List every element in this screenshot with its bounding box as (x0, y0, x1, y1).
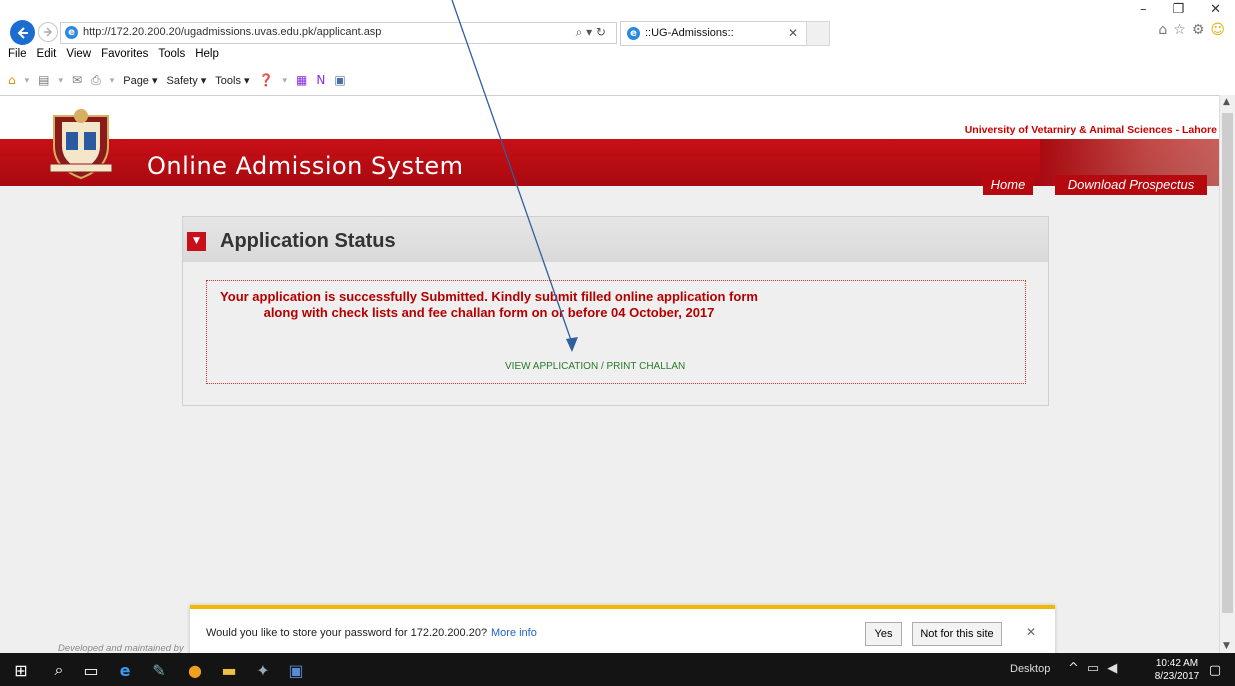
research-icon[interactable]: ▦ (296, 73, 307, 87)
safety-menu-label: Safety (166, 74, 198, 87)
application-status-panel: ▼ Application Status Your application is… (182, 216, 1049, 406)
notification-center-icon[interactable]: ▢ (1204, 659, 1226, 681)
page-menu[interactable]: Page ▾ (123, 74, 157, 87)
more-info-link[interactable]: More info (491, 627, 537, 639)
mail-icon[interactable]: ✉ (72, 73, 82, 87)
site-title: Online Admission System (147, 152, 464, 180)
dropdown-icon[interactable]: ▾ (59, 75, 64, 86)
status-message: Your application is successfully Submitt… (220, 289, 758, 320)
window-controls: – ❐ ✕ (1140, 2, 1221, 17)
panel-header: ▼ Application Status (183, 217, 1048, 262)
menu-file[interactable]: File (8, 48, 27, 66)
nav-download-prospectus[interactable]: Download Prospectus (1055, 175, 1207, 195)
search-icon[interactable]: ⌕ (48, 659, 70, 681)
university-crest-logo (49, 109, 113, 180)
not-for-this-site-button[interactable]: Not for this site (912, 622, 1002, 646)
notification-message: Would you like to store your password fo… (206, 627, 488, 639)
dropdown-icon[interactable]: ▾ (25, 75, 30, 86)
close-window-icon[interactable]: ✕ (1210, 2, 1221, 17)
nav-home[interactable]: Home (983, 175, 1033, 195)
favorites-icon[interactable]: ☆ (1173, 22, 1186, 38)
forward-button[interactable] (38, 22, 58, 42)
menu-help[interactable]: Help (195, 48, 219, 66)
command-bar: ⌂ ▾ ▤ ▾ ✉ ⎙ ▾ Page ▾ Safety ▾ Tools ▾ ❓ ▾ ▦ … (0, 70, 1235, 90)
yes-button[interactable]: Yes (865, 622, 902, 646)
print-icon[interactable]: ⎙ (91, 73, 101, 88)
paint-app-icon[interactable]: ✎ (148, 659, 170, 681)
close-icon[interactable]: ✕ (1026, 625, 1036, 639)
browser-titlebar: e http://172.20.200.20/ugadmissions.uvas… (0, 0, 1235, 46)
menu-tools[interactable]: Tools (158, 48, 185, 66)
toolbar-icons: ⌂ ☆ ⚙ ☺ (1158, 22, 1225, 38)
dropdown-icon[interactable]: ▾ (110, 75, 115, 86)
feeds-icon[interactable]: ▤ (38, 73, 49, 87)
date-text: 8/23/2017 (1154, 671, 1200, 682)
windows-start-icon[interactable]: ⊞ (10, 659, 32, 681)
network-icon[interactable]: ▭ (1087, 661, 1099, 676)
time-text: 10:42 AM (1155, 658, 1199, 669)
minimize-icon[interactable]: – (1140, 2, 1147, 17)
tools-menu[interactable]: Tools ▾ (215, 74, 249, 87)
page-menu-label: Page (123, 74, 149, 87)
windows-taskbar: ⊞ ⌕ ▭ e ✎ ● ▬ ✦ ▣ Desktop ^ ▭ ◀ 10:42 AM… (0, 653, 1235, 686)
task-view-icon[interactable]: ▭ (80, 659, 102, 681)
search-icon[interactable]: ⌕ ▾ ↻ (576, 25, 606, 40)
collapse-toggle-icon[interactable]: ▼ (187, 232, 206, 251)
new-tab-button[interactable] (806, 21, 830, 46)
dropdown-icon[interactable]: ▾ (283, 75, 288, 86)
clock[interactable]: 10:42 AM 8/23/2017 (1152, 657, 1202, 683)
system-tray: ^ ▭ ◀ (1068, 661, 1117, 676)
menu-view[interactable]: View (66, 48, 91, 66)
tab-title: ::UG-Admissions:: (645, 27, 734, 39)
menu-edit[interactable]: Edit (37, 48, 57, 66)
ie-icon: e (65, 26, 78, 39)
gear-icon[interactable]: ⚙ (1192, 22, 1205, 38)
menu-bar: File Edit View Favorites Tools Help (0, 48, 1235, 66)
url-text: http://172.20.200.20/ugadmissions.uvas.e… (83, 26, 382, 38)
vertical-scrollbar[interactable]: ▲ ▼ (1219, 95, 1235, 653)
status-message-box: Your application is successfully Submitt… (206, 280, 1026, 384)
page-content: Online Admission System University of Ve… (0, 95, 1219, 654)
desktop-toolbar[interactable]: Desktop (1010, 663, 1050, 675)
address-bar[interactable]: e http://172.20.200.20/ugadmissions.uvas… (60, 22, 617, 44)
back-button[interactable] (10, 20, 35, 45)
panel-title: Application Status (220, 230, 396, 252)
chrome-icon[interactable]: ● (184, 659, 206, 681)
arrow-left-icon (17, 26, 28, 39)
volume-icon[interactable]: ◀ (1107, 661, 1117, 676)
scrollbar-thumb[interactable] (1222, 113, 1233, 613)
browser-tab[interactable]: e ::UG-Admissions:: ✕ (620, 21, 807, 46)
chevron-up-icon[interactable]: ^ (1068, 661, 1079, 676)
onenote-icon[interactable]: N (316, 73, 325, 87)
menu-favorites[interactable]: Favorites (101, 48, 148, 66)
home-icon[interactable]: ⌂ (1158, 22, 1167, 38)
ie-icon: e (627, 27, 640, 40)
tools-menu-label: Tools (215, 74, 241, 87)
network-app-icon[interactable]: ▣ (285, 659, 307, 681)
arrow-right-icon (44, 27, 52, 37)
media-app-icon[interactable]: ✦ (252, 659, 274, 681)
scroll-down-icon[interactable]: ▼ (1223, 641, 1230, 651)
view-application-link[interactable]: VIEW APPLICATION / PRINT CHALLAN (505, 361, 685, 372)
password-notification-bar: Would you like to store your password fo… (190, 605, 1055, 657)
toolbar-extension-icon[interactable]: ▣ (334, 73, 345, 87)
help-icon[interactable]: ❓ (259, 73, 274, 87)
safety-menu[interactable]: Safety ▾ (167, 74, 207, 87)
file-explorer-icon[interactable]: ▬ (218, 659, 240, 681)
smiley-icon[interactable]: ☺ (1210, 22, 1225, 38)
close-tab-icon[interactable]: ✕ (788, 26, 798, 40)
restore-icon[interactable]: ❐ (1172, 2, 1184, 17)
home-icon[interactable]: ⌂ (8, 73, 16, 87)
internet-explorer-icon[interactable]: e (114, 659, 136, 681)
university-name: University of Vetarniry & Animal Science… (964, 124, 1217, 136)
scroll-up-icon[interactable]: ▲ (1223, 97, 1230, 107)
